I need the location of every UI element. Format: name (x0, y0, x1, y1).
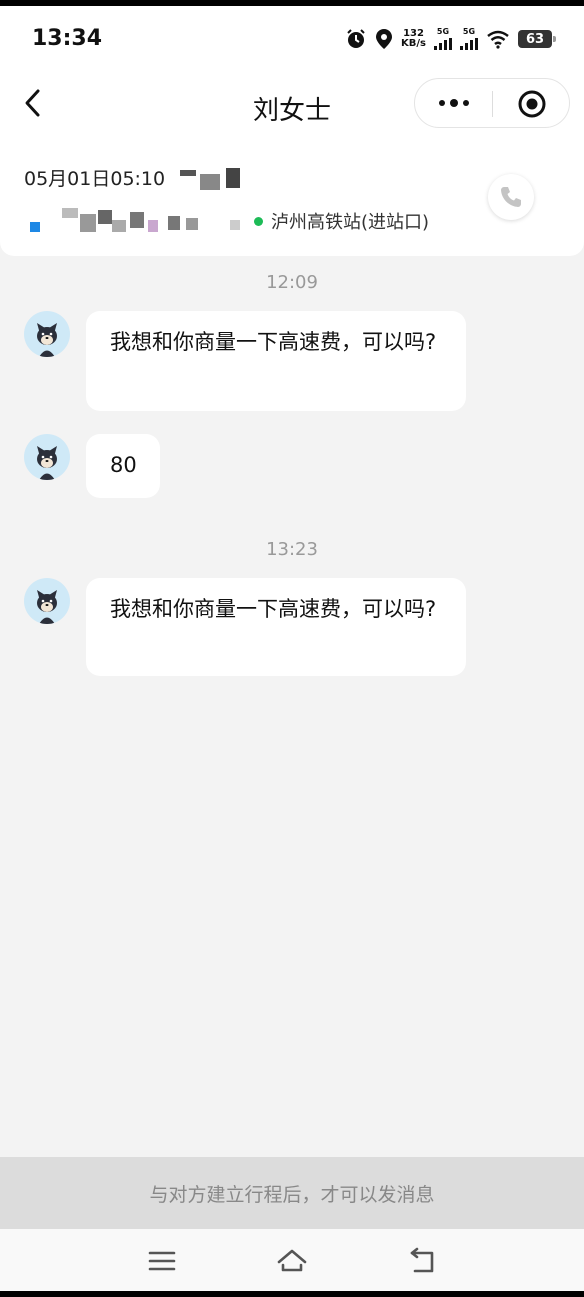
system-navigation-bar (0, 1229, 584, 1291)
back-nav-icon[interactable] (404, 1243, 440, 1279)
navigation-bar: 刘女士 (0, 66, 584, 142)
more-icon[interactable] (433, 79, 475, 127)
status-dot-icon (254, 216, 263, 226)
status-bar: 13:34 132 KB/s 5G 5G 63 (0, 6, 584, 66)
call-button[interactable] (488, 174, 534, 220)
phone-icon (501, 187, 521, 207)
message-timestamp: 13:23 (266, 539, 318, 560)
dog-avatar-icon (37, 323, 57, 357)
mini-program-capsule (414, 78, 570, 128)
bottom-edge (0, 1291, 584, 1297)
alarm-icon (347, 29, 365, 48)
network-speed: 132 KB/s (401, 28, 426, 49)
location-icon (376, 29, 393, 49)
signal-bars-icon (460, 38, 478, 50)
battery-icon: 63 (518, 30, 556, 48)
avatar[interactable] (24, 434, 70, 480)
signal-bars-icon (434, 38, 452, 50)
message-timestamp: 12:09 (266, 272, 318, 293)
messaging-disabled-notice: 与对方建立行程后，才可以发消息 (0, 1157, 584, 1229)
dog-avatar-icon (37, 590, 57, 624)
capsule-divider (492, 91, 493, 117)
message-bubble: 80 (86, 434, 160, 498)
sim2-signal: 5G (460, 28, 478, 50)
target-icon[interactable] (517, 89, 547, 119)
wifi-icon (487, 30, 509, 49)
sim1-signal: 5G (434, 28, 452, 50)
home-icon[interactable] (274, 1243, 310, 1279)
menu-icon[interactable] (144, 1243, 180, 1279)
avatar[interactable] (24, 311, 70, 357)
trip-date-time: 05月01日05:10 (24, 168, 166, 190)
message-bubble: 我想和你商量一下高速费，可以吗? (86, 311, 466, 411)
status-icons: 132 KB/s 5G 5G 63 (345, 24, 556, 54)
avatar[interactable] (24, 578, 70, 624)
trip-location: 泸州高铁站(进站口) (254, 208, 429, 234)
message-bubble: 我想和你商量一下高速费，可以吗? (86, 578, 466, 676)
status-time: 13:34 (32, 26, 103, 51)
dog-avatar-icon (37, 446, 57, 480)
trip-card: 05月01日05:10 泸州高铁站(进站口) (0, 142, 584, 256)
